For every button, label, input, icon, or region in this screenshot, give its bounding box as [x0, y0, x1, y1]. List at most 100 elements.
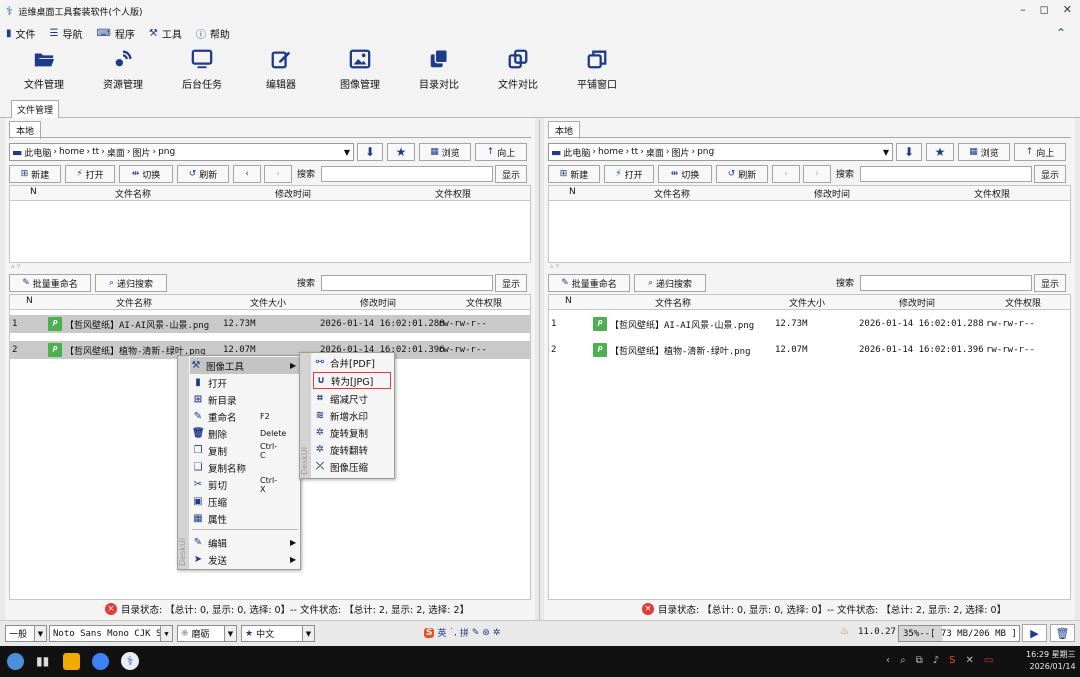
menu-item-delete[interactable]: 🗑 删除 Delete [192, 425, 286, 442]
sogou-tray-icon[interactable]: S [949, 655, 955, 666]
gc-trash-button[interactable]: 🗑 [1050, 624, 1075, 642]
screenshot-icon[interactable]: ⧉ [916, 655, 923, 666]
left-path-bar[interactable]: ▬ 此电脑 › home › tt › 桌面 › 图片 › png ▼ [9, 143, 354, 161]
search-icon[interactable]: ⌕ [900, 655, 906, 666]
submenu-convert-jpg[interactable]: ∪ 转为[JPG] [313, 372, 391, 389]
tab-file-manager[interactable]: 文件管理 [11, 100, 60, 118]
menu-item-rename[interactable]: ✎ 重命名 F2 [192, 408, 270, 425]
minimize-button[interactable]: – [1020, 3, 1026, 16]
network-icon[interactable]: ✕ [966, 655, 974, 666]
right-file-list[interactable]: N 文件名称 文件大小 修改时间 文件权限 1 P 【哲风壁纸】AI-AI风景-山… [548, 294, 1071, 600]
splitter-handle[interactable]: ▵ ▿ [11, 262, 20, 270]
file-manager-icon[interactable] [63, 653, 80, 670]
menu-item-copy[interactable]: ❐ 复制 Ctrl-C [192, 442, 278, 460]
right-dir-list[interactable]: N 文件名称 修改时间 文件权限 [548, 185, 1071, 263]
left-up-button[interactable]: ↑ 向上 [475, 143, 527, 161]
menu-item-copy-name[interactable]: ❏ 复制名称 [192, 459, 247, 476]
browser-icon[interactable] [92, 653, 109, 670]
menu-item-properties[interactable]: ▦ 属性 [192, 510, 227, 527]
right-download-button[interactable]: ⬇ [896, 143, 922, 161]
toolbar-dir-compare[interactable]: 目录对比 [409, 48, 469, 91]
table-row[interactable]: 1 P 【哲风壁纸】AI-AI风景-山景.png 12.73M 2026-01-1… [10, 315, 530, 333]
menu-item-compress[interactable]: ▣ 压缩 [192, 493, 227, 510]
panel-splitter[interactable] [539, 120, 540, 620]
right-new-button[interactable]: ⊞ 新建 [548, 165, 600, 183]
right-toggle-button[interactable]: ⇹ 切换 [658, 165, 712, 183]
left-recursive-search-button[interactable]: ⌕ 递归搜索 [95, 274, 167, 292]
toolbar-tile-windows[interactable]: 平铺窗口 [567, 48, 627, 91]
right-up-button[interactable]: ↑ 向上 [1014, 143, 1066, 161]
menu-item-cut[interactable]: ✂ 剪切 Ctrl-X [192, 476, 277, 494]
left-dir-search-input[interactable] [321, 166, 493, 182]
menu-program[interactable]: ⌨ 程序 [96, 26, 134, 41]
menu-item-image-tools[interactable]: ⚒ 图像工具 ▶ [190, 357, 300, 374]
toolbar-image-manager[interactable]: 图像管理 [330, 48, 390, 91]
submenu-reduce-size[interactable]: ⌗ 缩减尺寸 [314, 390, 368, 407]
right-back-button[interactable]: ‹ [772, 165, 800, 183]
app-icon[interactable]: ⚕ [121, 652, 139, 670]
left-download-button[interactable]: ⬇ [357, 143, 383, 161]
multitask-icon[interactable]: ▮▮ [36, 654, 49, 668]
left-batch-rename-button[interactable]: ✎ 批量重命名 [9, 274, 91, 292]
right-file-search-input[interactable] [860, 275, 1032, 291]
menu-item-edit[interactable]: ✎ 编辑 ▶ [192, 534, 296, 551]
right-refresh-button[interactable]: ↺ 刷新 [716, 165, 768, 183]
submenu-merge-pdf[interactable]: ⚯ 合并[PDF] [314, 354, 375, 371]
menu-nav[interactable]: ☰ 导航 [50, 26, 83, 41]
toolbar-file-compare[interactable]: 文件对比 [488, 48, 548, 91]
left-toggle-button[interactable]: ⇹ 切换 [119, 165, 173, 183]
right-browse-button[interactable]: ▦ 浏览 [958, 143, 1010, 161]
left-open-button[interactable]: ⚡ 打开 [65, 165, 115, 183]
left-refresh-button[interactable]: ↺ 刷新 [177, 165, 229, 183]
right-forward-button[interactable]: › [803, 165, 831, 183]
right-open-button[interactable]: ⚡ 打开 [604, 165, 654, 183]
toolbar-editor[interactable]: 编辑器 [251, 48, 311, 91]
mode-select[interactable]: 一般 ▼ [5, 625, 47, 642]
right-file-show-button[interactable]: 显示 [1034, 274, 1066, 292]
table-row[interactable]: 2 P 【哲风壁纸】植物-清新-绿叶.png 12.07M 2026-01-14 … [549, 341, 1070, 359]
splitter-handle[interactable]: ▵ ▿ [550, 262, 559, 270]
menu-tools[interactable]: ⚒ 工具 [149, 26, 182, 41]
left-favorite-button[interactable]: ★ [387, 143, 415, 161]
dropdown-arrow-icon[interactable]: ▼ [344, 148, 350, 157]
submenu-rotate-flip[interactable]: ✲ 旋转翻转 [314, 441, 368, 458]
menu-item-send[interactable]: ➤ 发送 ▶ [192, 551, 296, 568]
notification-icon[interactable]: ▭ [984, 655, 993, 666]
right-favorite-button[interactable]: ★ [926, 143, 954, 161]
ime-toolbar[interactable]: S 英 ˙, 拼 ✎ ⊛ ✲ [424, 626, 500, 639]
left-file-search-input[interactable] [321, 275, 493, 291]
left-forward-button[interactable]: › [264, 165, 292, 183]
right-dir-show-button[interactable]: 显示 [1034, 165, 1066, 183]
maximize-button[interactable]: ◻ [1040, 3, 1049, 16]
submenu-rotate-copy[interactable]: ✲ 旋转复制 [314, 424, 368, 441]
left-new-button[interactable]: ⊞ 新建 [9, 165, 61, 183]
right-batch-rename-button[interactable]: ✎ 批量重命名 [548, 274, 630, 292]
table-row[interactable]: 1 P 【哲风壁纸】AI-AI风景-山景.png 12.73M 2026-01-1… [549, 315, 1070, 333]
menu-help[interactable]: ⓘ 帮助 [196, 26, 230, 41]
right-dir-search-input[interactable] [860, 166, 1032, 182]
menu-item-new-dir[interactable]: ⊞ 新目录 [192, 391, 237, 408]
right-recursive-search-button[interactable]: ⌕ 递归搜索 [634, 274, 706, 292]
close-button[interactable]: ✕ [1063, 3, 1072, 16]
toolbar-resource-manager[interactable]: 资源管理 [93, 48, 153, 91]
submenu-add-watermark[interactable]: ≋ 新增水印 [314, 407, 368, 424]
submenu-image-compress[interactable]: ⤫ 图像压缩 [314, 458, 368, 475]
theme-select[interactable]: ❋ 磨砺 ▼ [177, 625, 237, 642]
gc-run-button[interactable]: ▶ [1022, 624, 1047, 642]
left-file-show-button[interactable]: 显示 [495, 274, 527, 292]
toolbar-background-tasks[interactable]: 后台任务 [172, 48, 232, 91]
menu-item-open[interactable]: ▮ 打开 [192, 374, 227, 391]
font-select[interactable]: Noto Sans Mono CJK SC ▼ [49, 625, 173, 642]
toolbar-file-manager[interactable]: 文件管理 [14, 48, 74, 91]
right-path-bar[interactable]: ▬ 此电脑 › home › tt › 桌面 › 图片 › png ▼ [548, 143, 893, 161]
left-dir-list[interactable]: N 文件名称 修改时间 文件权限 [9, 185, 531, 263]
menu-file[interactable]: ▮ 文件 [6, 26, 36, 41]
language-select[interactable]: ★ 中文 ▼ [241, 625, 315, 642]
dropdown-arrow-icon[interactable]: ▼ [883, 148, 889, 157]
left-back-button[interactable]: ‹ [233, 165, 261, 183]
chevron-left-icon[interactable]: ‹ [886, 655, 890, 666]
clock[interactable]: 16:29 星期三 2026/01/14 [1026, 649, 1076, 673]
left-dir-show-button[interactable]: 显示 [495, 165, 527, 183]
collapse-icon[interactable]: ⌃ [1056, 26, 1066, 40]
launcher-icon[interactable] [7, 653, 24, 670]
